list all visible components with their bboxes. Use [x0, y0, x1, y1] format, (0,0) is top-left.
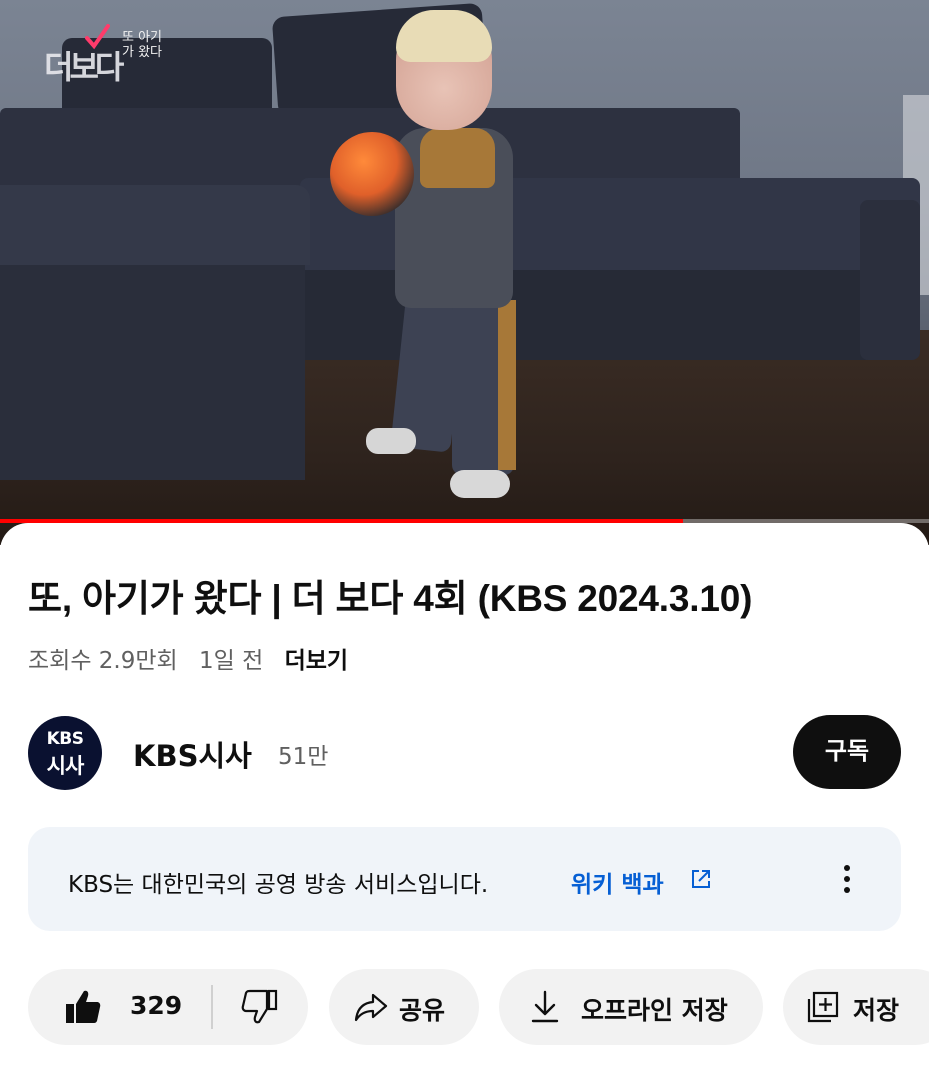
video-meta[interactable]: 조회수 2.9만회 1일 전 더보기 [28, 641, 362, 675]
playlist-add-icon [807, 991, 839, 1023]
like-divider [211, 985, 213, 1029]
save-label: 저장 [853, 996, 900, 1025]
save-button[interactable]: 저장 [783, 969, 929, 1045]
like-dislike-pill: 329 [28, 969, 308, 1045]
thumbs-down-icon[interactable] [240, 988, 278, 1026]
subscriber-count: 51만 [278, 744, 329, 770]
download-icon [531, 990, 559, 1023]
video-frame-sofa [860, 200, 920, 360]
more-vert-icon[interactable] [837, 863, 857, 895]
share-label: 공유 [399, 996, 446, 1025]
program-episode-text: 또 아기가 왔다 [122, 30, 163, 60]
share-button[interactable]: 공유 [329, 969, 479, 1045]
video-title: 또, 아기가 왔다 | 더 보다 4회 (KBS 2024.3.10) [28, 578, 753, 619]
like-count[interactable]: 329 [130, 991, 182, 1020]
video-frame-child [420, 128, 495, 188]
avatar-text-bottom: 시사 [46, 754, 85, 778]
video-frame-child [366, 428, 416, 454]
wikipedia-link[interactable]: 위키 백과 [571, 865, 664, 899]
video-frame-child [450, 470, 510, 498]
more-link[interactable]: 더보기 [285, 648, 348, 674]
thumbs-up-icon[interactable] [64, 988, 102, 1026]
channel-row[interactable]: KBS 시사 KBS시사 51만 구독 [28, 713, 901, 791]
video-frame-sofa [300, 270, 910, 360]
video-frame-sofa [0, 185, 310, 265]
video-details-sheet: 또, 아기가 왔다 | 더 보다 4회 (KBS 2024.3.10) 조회수 … [0, 523, 929, 1080]
download-label: 오프라인 저장 [581, 996, 728, 1025]
video-frame-ball [330, 132, 414, 216]
external-link-icon[interactable] [690, 868, 712, 890]
channel-avatar[interactable]: KBS 시사 [28, 716, 102, 790]
action-bar: 329 공유 오프라인 저장 저장 [28, 969, 929, 1045]
view-count: 조회수 2.9만회 [28, 648, 178, 674]
download-button[interactable]: 오프라인 저장 [499, 969, 763, 1045]
avatar-text-top: KBS [46, 729, 84, 749]
channel-name[interactable]: KBS시사 [133, 733, 252, 775]
program-logo-overlay: 더보다 또 아기가 왔다 [44, 24, 169, 94]
upload-age: 1일 전 [199, 648, 264, 674]
information-panel: KBS는 대한민국의 공영 방송 서비스입니다. 위키 백과 [28, 827, 901, 931]
information-panel-text: KBS는 대한민국의 공영 방송 서비스입니다. [68, 872, 489, 898]
video-frame-child [396, 10, 492, 62]
video-player[interactable]: 더보다 또 아기가 왔다 [0, 0, 929, 545]
share-arrow-icon [354, 993, 388, 1022]
subscribe-button[interactable]: 구독 [793, 715, 901, 789]
video-frame-child [498, 300, 516, 470]
check-mark-icon [85, 24, 110, 50]
